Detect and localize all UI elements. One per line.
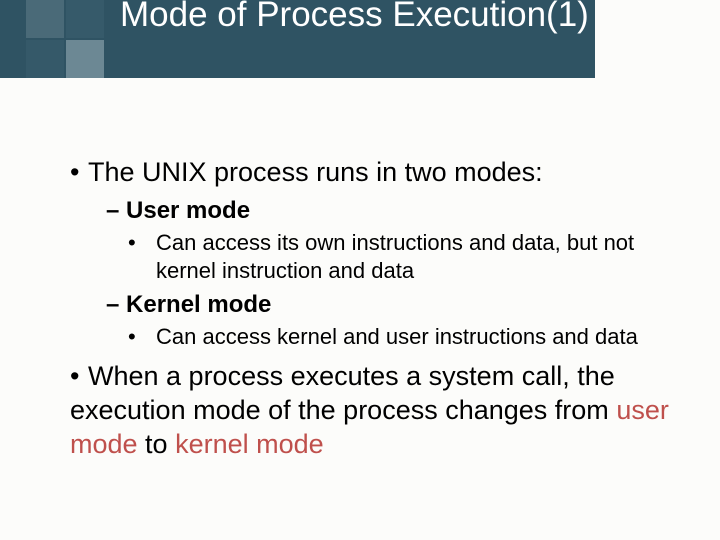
logo-square: [26, 40, 64, 78]
bullet-text: Can access kernel and user instructions …: [156, 324, 638, 349]
bullet-level3: •Can access its own instructions and dat…: [142, 229, 680, 285]
bullet-dot-icon: •: [142, 229, 156, 257]
bullet-text-part: to: [138, 429, 176, 459]
bullet-text-part: When a process executes a system call, t…: [70, 361, 616, 425]
header-logo: [26, 0, 104, 78]
bullet-level3: •Can access kernel and user instructions…: [142, 323, 680, 351]
bullet-dot-icon: •: [70, 359, 88, 393]
slide-title: Mode of Process Execution(1): [120, 0, 589, 36]
bullet-level1: •The UNIX process runs in two modes:: [70, 155, 680, 189]
logo-square: [66, 40, 104, 78]
bullet-text: Can access its own instructions and data…: [156, 230, 634, 283]
bullet-text: The UNIX process runs in two modes:: [88, 157, 543, 187]
accent-text: kernel mode: [175, 429, 324, 459]
bullet-dot-icon: •: [70, 155, 88, 189]
bullet-level1: •When a process executes a system call, …: [70, 359, 680, 461]
bullet-level2: – User mode: [106, 195, 680, 227]
bullet-dot-icon: •: [142, 323, 156, 351]
logo-square: [66, 0, 104, 38]
logo-square: [26, 0, 64, 38]
bullet-level2: – Kernel mode: [106, 289, 680, 321]
slide-body: •The UNIX process runs in two modes: – U…: [70, 155, 680, 467]
